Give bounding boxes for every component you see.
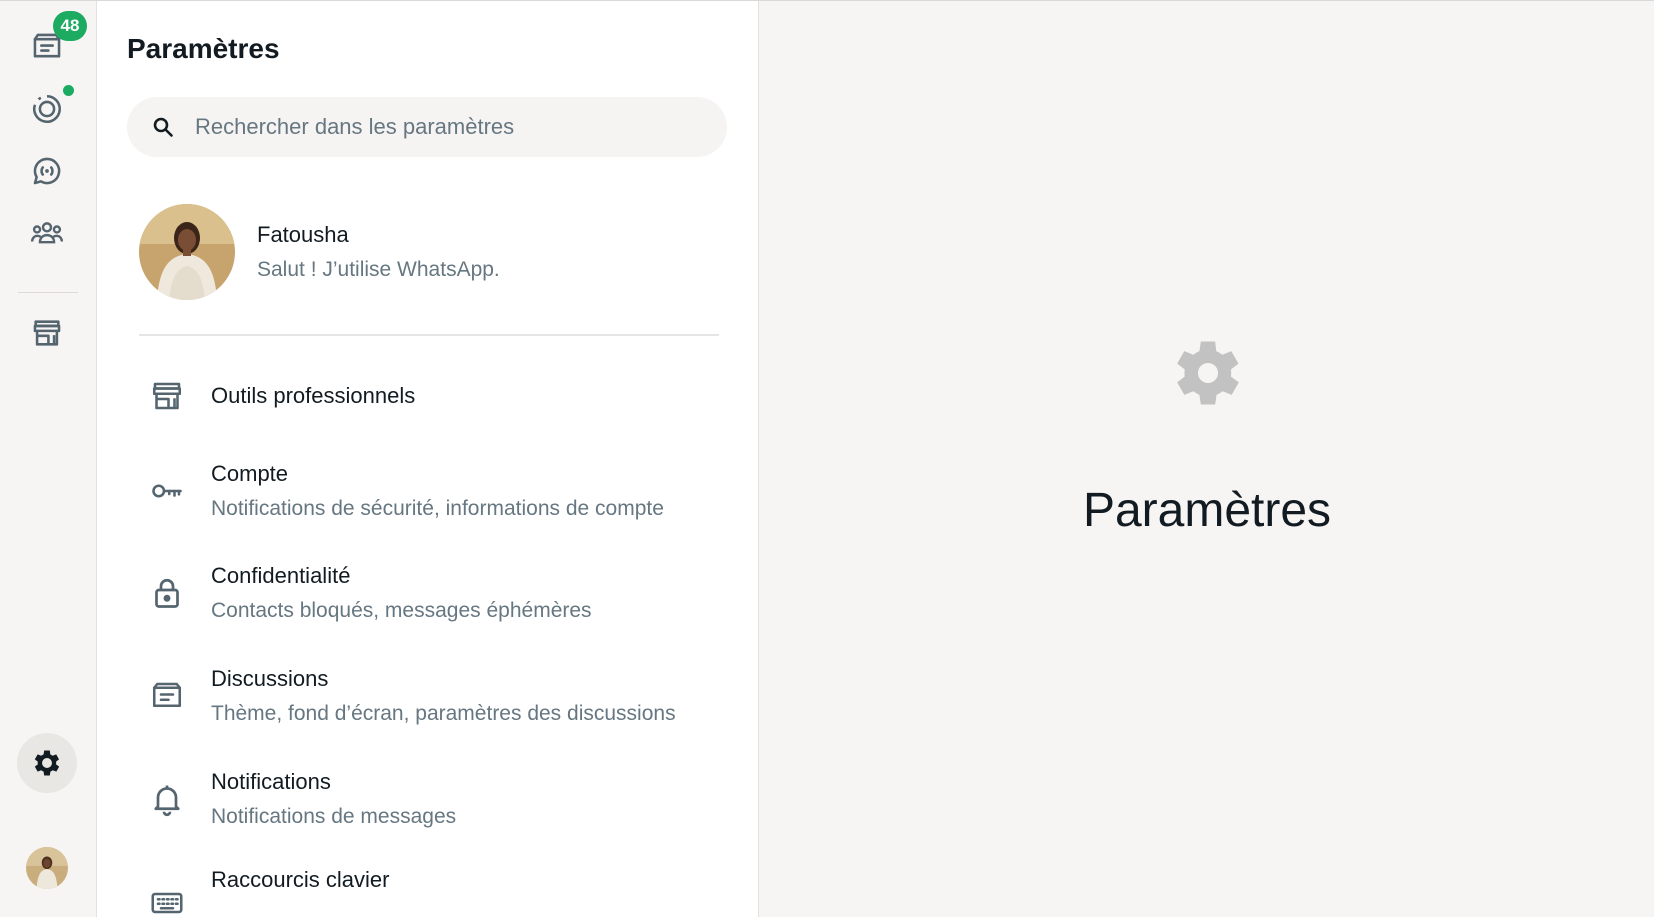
settings-item-chats[interactable]: Discussions Thème, fond d’écran, paramèt… — [139, 661, 739, 731]
rail-divider — [18, 292, 78, 293]
settings-item-business-tools[interactable]: Outils professionnels — [139, 371, 739, 421]
settings-button[interactable] — [17, 733, 77, 793]
communities-button[interactable] — [17, 203, 77, 263]
communities-icon — [30, 222, 64, 244]
storefront-icon — [152, 382, 182, 410]
settings-item-title: Raccourcis clavier — [211, 867, 390, 892]
lock-icon — [155, 578, 179, 608]
settings-item-title: Notifications — [211, 769, 331, 794]
settings-panel: Paramètres Fatousha Salut ! J’utilise Wh… — [97, 1, 759, 917]
channels-icon — [33, 157, 61, 185]
profile-avatar-small[interactable] — [26, 847, 68, 889]
settings-item-notifications[interactable]: Notifications Notifications de messages — [139, 764, 739, 834]
channels-button[interactable] — [17, 141, 77, 201]
navigation-rail: 48 — [0, 1, 97, 917]
search-input[interactable] — [195, 114, 675, 140]
profile-divider — [139, 334, 719, 336]
avatar — [26, 847, 68, 889]
chats-unread-badge: 48 — [53, 11, 87, 41]
gear-icon — [34, 750, 60, 776]
profile-photo — [139, 204, 235, 300]
chat-icon — [152, 682, 182, 708]
bell-icon — [154, 785, 180, 817]
key-icon — [152, 484, 182, 498]
keyboard-icon — [151, 892, 183, 914]
settings-title: Paramètres — [127, 33, 280, 64]
profile-name: Fatousha — [257, 222, 349, 247]
empty-state-title: Paramètres — [1082, 484, 1332, 537]
gear-icon — [1177, 341, 1239, 405]
profile-about: Salut ! J’utilise WhatsApp. — [257, 258, 500, 281]
status-unread-dot — [63, 85, 74, 96]
settings-search[interactable] — [127, 97, 727, 157]
status-icon — [33, 94, 61, 123]
settings-item-title: Outils professionnels — [211, 383, 416, 408]
settings-item-privacy[interactable]: Confidentialité Contacts bloqués, messag… — [139, 558, 739, 628]
settings-item-title: Confidentialité — [211, 563, 351, 588]
settings-item-title: Compte — [211, 461, 289, 486]
settings-item-subtitle: Thème, fond d’écran, paramètres des disc… — [211, 702, 676, 725]
settings-item-account[interactable]: Compte Notifications de sécurité, inform… — [139, 456, 739, 526]
avatar[interactable] — [139, 204, 235, 300]
settings-item-subtitle: Notifications de messages — [211, 805, 457, 828]
search-icon — [153, 117, 173, 137]
settings-item-subtitle: Contacts bloqués, messages éphémères — [211, 599, 592, 622]
business-tools-button[interactable] — [17, 303, 77, 363]
settings-item-subtitle: Notifications de sécurité, informations … — [211, 497, 664, 520]
settings-item-title: Discussions — [211, 666, 329, 691]
settings-item-keyboard-shortcuts[interactable]: Raccourcis clavier — [139, 867, 739, 917]
storefront-icon — [33, 320, 61, 346]
profile-summary[interactable]: Fatousha Salut ! J’utilise WhatsApp. — [139, 204, 699, 300]
settings-empty-state: Paramètres — [760, 1, 1654, 917]
